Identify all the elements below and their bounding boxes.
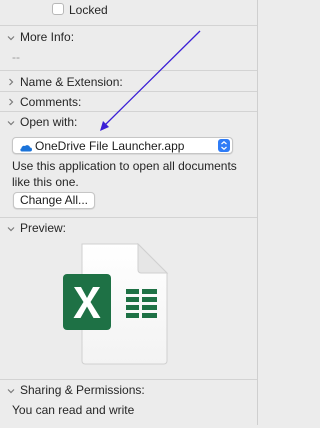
section-divider — [0, 25, 257, 26]
open-with-selected-app: OneDrive File Launcher.app — [35, 139, 185, 153]
comments-title[interactable]: Comments: — [20, 95, 81, 109]
chevron-right-icon[interactable] — [7, 78, 15, 86]
name-extension-title[interactable]: Name & Extension: — [20, 75, 123, 89]
locked-label: Locked — [69, 3, 108, 17]
open-with-description: Use this application to open all documen… — [12, 159, 237, 189]
section-divider — [0, 111, 257, 112]
sharing-permissions-title[interactable]: Sharing & Permissions: — [20, 383, 145, 397]
open-with-title[interactable]: Open with: — [20, 115, 77, 129]
change-all-button[interactable]: Change All... — [13, 192, 95, 209]
excel-document-icon — [60, 242, 172, 368]
preview-title[interactable]: Preview: — [20, 221, 66, 235]
chevron-down-icon[interactable] — [7, 34, 15, 42]
chevron-down-icon[interactable] — [7, 225, 15, 233]
section-divider — [0, 217, 257, 218]
chevron-right-icon[interactable] — [7, 98, 15, 106]
section-divider — [0, 70, 257, 71]
sharing-summary: You can read and write — [12, 403, 135, 417]
chevron-down-icon[interactable] — [7, 119, 15, 127]
popup-stepper-icon — [218, 139, 230, 152]
window-edge — [257, 0, 258, 425]
get-info-panel: Locked More Info: -- Name & Extension: C… — [0, 0, 257, 425]
section-divider — [0, 91, 257, 92]
more-info-title[interactable]: More Info: — [20, 30, 74, 44]
onedrive-cloud-icon — [19, 141, 32, 155]
locked-checkbox[interactable] — [52, 3, 64, 15]
section-divider — [0, 379, 257, 380]
chevron-down-icon[interactable] — [7, 387, 15, 395]
open-with-app-popup[interactable]: OneDrive File Launcher.app — [12, 137, 233, 154]
more-info-value: -- — [12, 50, 20, 64]
